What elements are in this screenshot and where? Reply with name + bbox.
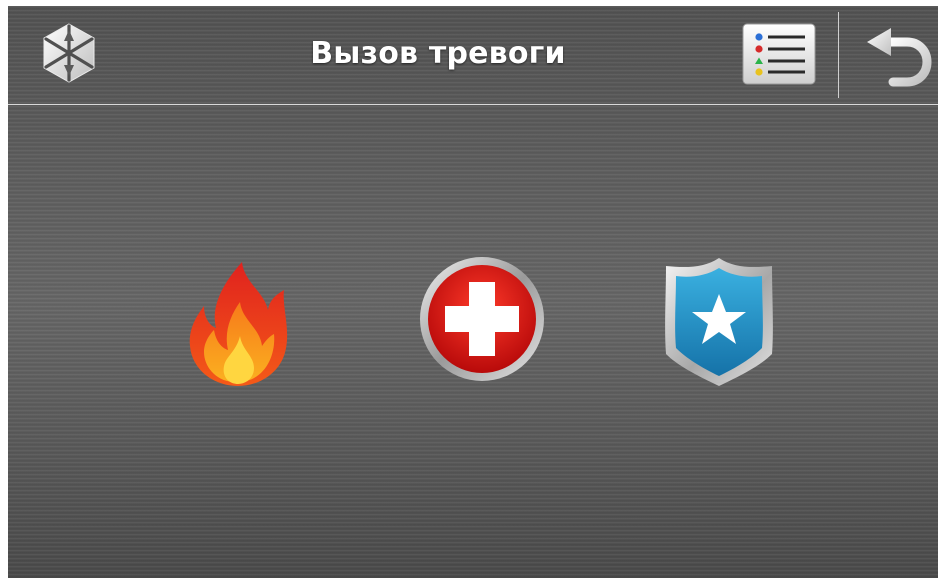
alarm-call-screen: Вызов тревоги — [8, 6, 938, 578]
header-bar: Вызов тревоги — [8, 6, 938, 105]
fire-flame-icon — [189, 262, 288, 386]
fire-alarm-button[interactable] — [186, 258, 290, 388]
header-divider — [838, 12, 839, 98]
police-alarm-button[interactable] — [660, 256, 778, 388]
police-shield-star-icon — [665, 258, 773, 386]
medical-cross-icon — [420, 257, 544, 381]
satel-logo-icon[interactable] — [38, 22, 100, 84]
undo-back-icon[interactable] — [863, 24, 935, 88]
page-title: Вызов тревоги — [310, 36, 566, 71]
list-menu-icon[interactable] — [741, 22, 817, 86]
medical-alarm-button[interactable] — [417, 254, 547, 384]
